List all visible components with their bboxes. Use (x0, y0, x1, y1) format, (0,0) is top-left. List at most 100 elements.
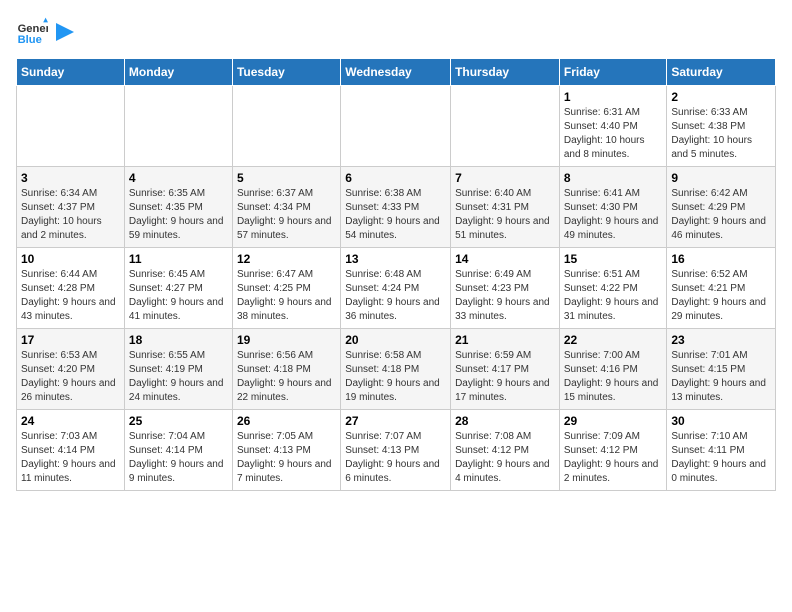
column-header-tuesday: Tuesday (232, 59, 340, 86)
calendar-cell: 19 Sunrise: 6:56 AMSunset: 4:18 PMDayligh… (232, 329, 340, 410)
day-number: 20 (345, 333, 446, 347)
calendar-cell: 29Sunrise: 7:09 AMSunset: 4:12 PMDayligh… (559, 410, 667, 491)
day-info: Sunrise: 6:49 AMSunset: 4:23 PMDaylight:… (455, 268, 555, 324)
day-info: Sunrise: 6:55 AMSunset: 4:19 PMDaylight:… (129, 349, 228, 405)
day-info: Sunrise: 6:42 AMSunset: 4:29 PMDaylight:… (671, 187, 771, 243)
calendar-cell: 21 Sunrise: 6:59 AMSunset: 4:17 PMDayligh… (451, 329, 560, 410)
calendar-cell: 26Sunrise: 7:05 AMSunset: 4:13 PMDayligh… (232, 410, 340, 491)
day-number: 11 (129, 252, 228, 266)
day-number: 10 (21, 252, 120, 266)
calendar-table: SundayMondayTuesdayWednesdayThursdayFrid… (16, 58, 776, 491)
day-number: 21 (455, 333, 555, 347)
day-number: 3 (21, 171, 120, 185)
day-number: 17 (21, 333, 120, 347)
calendar-cell: 24 Sunrise: 7:03 AMSunset: 4:14 PMDayligh… (17, 410, 125, 491)
calendar-cell: 27 Sunrise: 7:07 AMSunset: 4:13 PMDayligh… (341, 410, 451, 491)
calendar-cell: 4 Sunrise: 6:35 AMSunset: 4:35 PMDaylight… (124, 167, 232, 248)
day-number: 28 (455, 414, 555, 428)
calendar-cell: 12 Sunrise: 6:47 AMSunset: 4:25 PMDayligh… (232, 248, 340, 329)
day-number: 19 (237, 333, 336, 347)
day-info: Sunrise: 6:45 AMSunset: 4:27 PMDaylight:… (129, 268, 228, 324)
logo-arrow-icon (56, 23, 74, 41)
calendar-cell (232, 86, 340, 167)
calendar-cell: 28 Sunrise: 7:08 AMSunset: 4:12 PMDayligh… (451, 410, 560, 491)
calendar-cell: 30 Sunrise: 7:10 AMSunset: 4:11 PMDayligh… (667, 410, 776, 491)
day-number: 4 (129, 171, 228, 185)
day-info: Sunrise: 6:37 AMSunset: 4:34 PMDaylight:… (237, 187, 336, 243)
day-info: Sunrise: 6:31 AMSunset: 4:40 PMDaylight:… (564, 106, 663, 162)
day-info: Sunrise: 6:47 AMSunset: 4:25 PMDaylight:… (237, 268, 336, 324)
page-header: General Blue (16, 16, 776, 48)
day-number: 25 (129, 414, 228, 428)
calendar-cell: 8Sunrise: 6:41 AMSunset: 4:30 PMDaylight… (559, 167, 667, 248)
column-header-wednesday: Wednesday (341, 59, 451, 86)
calendar-cell: 18 Sunrise: 6:55 AMSunset: 4:19 PMDayligh… (124, 329, 232, 410)
day-info: Sunrise: 6:52 AMSunset: 4:21 PMDaylight:… (671, 268, 771, 324)
column-header-friday: Friday (559, 59, 667, 86)
day-info: Sunrise: 6:56 AMSunset: 4:18 PMDaylight:… (237, 349, 336, 405)
day-number: 23 (671, 333, 771, 347)
column-header-saturday: Saturday (667, 59, 776, 86)
calendar-cell: 23 Sunrise: 7:01 AMSunset: 4:15 PMDayligh… (667, 329, 776, 410)
day-number: 1 (564, 90, 663, 104)
day-info: Sunrise: 6:58 AMSunset: 4:18 PMDaylight:… (345, 349, 446, 405)
day-info: Sunrise: 6:48 AMSunset: 4:24 PMDaylight:… (345, 268, 446, 324)
day-number: 22 (564, 333, 663, 347)
calendar-week-row: 17 Sunrise: 6:53 AMSunset: 4:20 PMDayligh… (17, 329, 776, 410)
day-number: 18 (129, 333, 228, 347)
day-number: 8 (564, 171, 663, 185)
day-info: Sunrise: 7:07 AMSunset: 4:13 PMDaylight:… (345, 430, 446, 486)
day-info: Sunrise: 7:04 AMSunset: 4:14 PMDaylight:… (129, 430, 228, 486)
day-number: 5 (237, 171, 336, 185)
calendar-week-row: 24 Sunrise: 7:03 AMSunset: 4:14 PMDayligh… (17, 410, 776, 491)
day-info: Sunrise: 6:53 AMSunset: 4:20 PMDaylight:… (21, 349, 120, 405)
calendar-week-row: 1 Sunrise: 6:31 AMSunset: 4:40 PMDaylight… (17, 86, 776, 167)
day-info: Sunrise: 7:08 AMSunset: 4:12 PMDaylight:… (455, 430, 555, 486)
day-info: Sunrise: 6:59 AMSunset: 4:17 PMDaylight:… (455, 349, 555, 405)
day-info: Sunrise: 6:33 AMSunset: 4:38 PMDaylight:… (671, 106, 771, 162)
logo-icon: General Blue (16, 16, 48, 48)
calendar-cell: 3 Sunrise: 6:34 AMSunset: 4:37 PMDaylight… (17, 167, 125, 248)
calendar-cell: 25 Sunrise: 7:04 AMSunset: 4:14 PMDayligh… (124, 410, 232, 491)
calendar-cell: 17 Sunrise: 6:53 AMSunset: 4:20 PMDayligh… (17, 329, 125, 410)
calendar-cell: 15 Sunrise: 6:51 AMSunset: 4:22 PMDayligh… (559, 248, 667, 329)
calendar-cell: 5 Sunrise: 6:37 AMSunset: 4:34 PMDaylight… (232, 167, 340, 248)
calendar-week-row: 10 Sunrise: 6:44 AMSunset: 4:28 PMDayligh… (17, 248, 776, 329)
day-number: 6 (345, 171, 446, 185)
day-number: 15 (564, 252, 663, 266)
day-number: 7 (455, 171, 555, 185)
calendar-cell: 22Sunrise: 7:00 AMSunset: 4:16 PMDayligh… (559, 329, 667, 410)
calendar-cell (124, 86, 232, 167)
column-header-sunday: Sunday (17, 59, 125, 86)
day-info: Sunrise: 6:51 AMSunset: 4:22 PMDaylight:… (564, 268, 663, 324)
day-number: 24 (21, 414, 120, 428)
day-info: Sunrise: 7:05 AMSunset: 4:13 PMDaylight:… (237, 430, 336, 486)
calendar-cell: 20 Sunrise: 6:58 AMSunset: 4:18 PMDayligh… (341, 329, 451, 410)
day-number: 13 (345, 252, 446, 266)
day-info: Sunrise: 7:03 AMSunset: 4:14 PMDaylight:… (21, 430, 120, 486)
calendar-cell (341, 86, 451, 167)
calendar-cell: 1 Sunrise: 6:31 AMSunset: 4:40 PMDaylight… (559, 86, 667, 167)
calendar-cell: 14 Sunrise: 6:49 AMSunset: 4:23 PMDayligh… (451, 248, 560, 329)
day-number: 9 (671, 171, 771, 185)
day-info: Sunrise: 6:38 AMSunset: 4:33 PMDaylight:… (345, 187, 446, 243)
day-info: Sunrise: 6:34 AMSunset: 4:37 PMDaylight:… (21, 187, 120, 243)
day-number: 14 (455, 252, 555, 266)
calendar-cell: 6 Sunrise: 6:38 AMSunset: 4:33 PMDaylight… (341, 167, 451, 248)
calendar-week-row: 3 Sunrise: 6:34 AMSunset: 4:37 PMDaylight… (17, 167, 776, 248)
day-info: Sunrise: 6:40 AMSunset: 4:31 PMDaylight:… (455, 187, 555, 243)
calendar-cell (451, 86, 560, 167)
day-info: Sunrise: 6:35 AMSunset: 4:35 PMDaylight:… (129, 187, 228, 243)
calendar-cell: 2 Sunrise: 6:33 AMSunset: 4:38 PMDaylight… (667, 86, 776, 167)
calendar-cell: 10 Sunrise: 6:44 AMSunset: 4:28 PMDayligh… (17, 248, 125, 329)
day-info: Sunrise: 6:44 AMSunset: 4:28 PMDaylight:… (21, 268, 120, 324)
day-info: Sunrise: 7:01 AMSunset: 4:15 PMDaylight:… (671, 349, 771, 405)
day-info: Sunrise: 7:10 AMSunset: 4:11 PMDaylight:… (671, 430, 771, 486)
logo: General Blue (16, 16, 74, 48)
day-number: 12 (237, 252, 336, 266)
day-number: 30 (671, 414, 771, 428)
calendar-cell: 16Sunrise: 6:52 AMSunset: 4:21 PMDayligh… (667, 248, 776, 329)
day-number: 2 (671, 90, 771, 104)
column-header-thursday: Thursday (451, 59, 560, 86)
day-number: 27 (345, 414, 446, 428)
